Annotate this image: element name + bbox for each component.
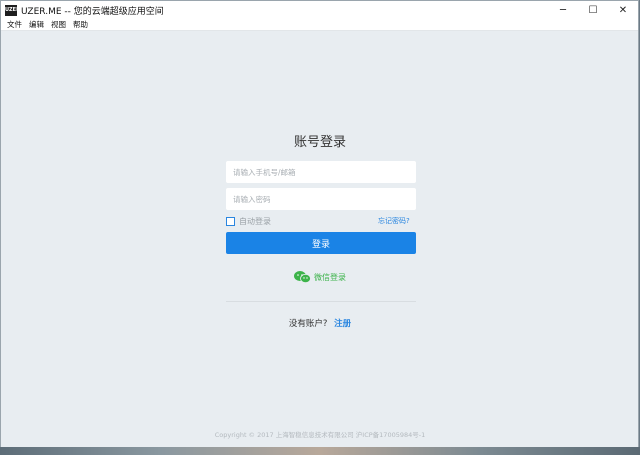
menu-edit[interactable]: 编辑 — [29, 19, 44, 30]
window-controls: ─ ☐ ✕ — [548, 1, 638, 19]
menu-help[interactable]: 帮助 — [73, 19, 88, 30]
app-window: UZER UZER.ME -- 您的云端超级应用空间 ─ ☐ ✕ 文件 编辑 视… — [0, 0, 639, 448]
maximize-button[interactable]: ☐ — [578, 1, 608, 19]
signup-prompt: 没有账户? 注册 — [1, 317, 639, 329]
title-bar[interactable]: UZER UZER.ME -- 您的云端超级应用空间 ─ ☐ ✕ — [1, 1, 638, 19]
auto-login-checkbox[interactable]: 自动登录 — [226, 216, 271, 227]
menu-file[interactable]: 文件 — [7, 19, 22, 30]
checkbox-icon[interactable] — [226, 217, 235, 226]
password-input[interactable] — [226, 188, 416, 210]
menu-bar: 文件 编辑 视图 帮助 — [1, 19, 638, 31]
window-title: UZER.ME -- 您的云端超级应用空间 — [21, 6, 164, 17]
signup-link[interactable]: 注册 — [334, 319, 351, 329]
menu-view[interactable]: 视图 — [51, 19, 66, 30]
wechat-login-link[interactable]: 微信登录 — [294, 271, 346, 283]
no-account-text: 没有账户? — [288, 319, 328, 329]
forgot-password-link[interactable]: 忘记密码? — [378, 216, 410, 226]
wechat-icon — [294, 271, 311, 283]
divider — [226, 301, 416, 302]
login-page: 账号登录 自动登录 忘记密码? 登录 微信登录 没有账户? 注册 Copy — [1, 31, 638, 448]
wechat-login-label: 微信登录 — [314, 272, 346, 282]
close-button[interactable]: ✕ — [608, 1, 638, 19]
page-title: 账号登录 — [293, 135, 346, 150]
phone-email-input[interactable] — [226, 161, 416, 183]
minimize-button[interactable]: ─ — [548, 1, 578, 19]
copyright-footer: Copyright © 2017 上海智稳信息技术有限公司 沪ICP备17005… — [214, 431, 426, 439]
desktop-background — [0, 447, 640, 455]
auto-login-label: 自动登录 — [239, 217, 271, 226]
app-icon: UZER — [5, 4, 20, 16]
login-button[interactable]: 登录 — [226, 232, 416, 254]
